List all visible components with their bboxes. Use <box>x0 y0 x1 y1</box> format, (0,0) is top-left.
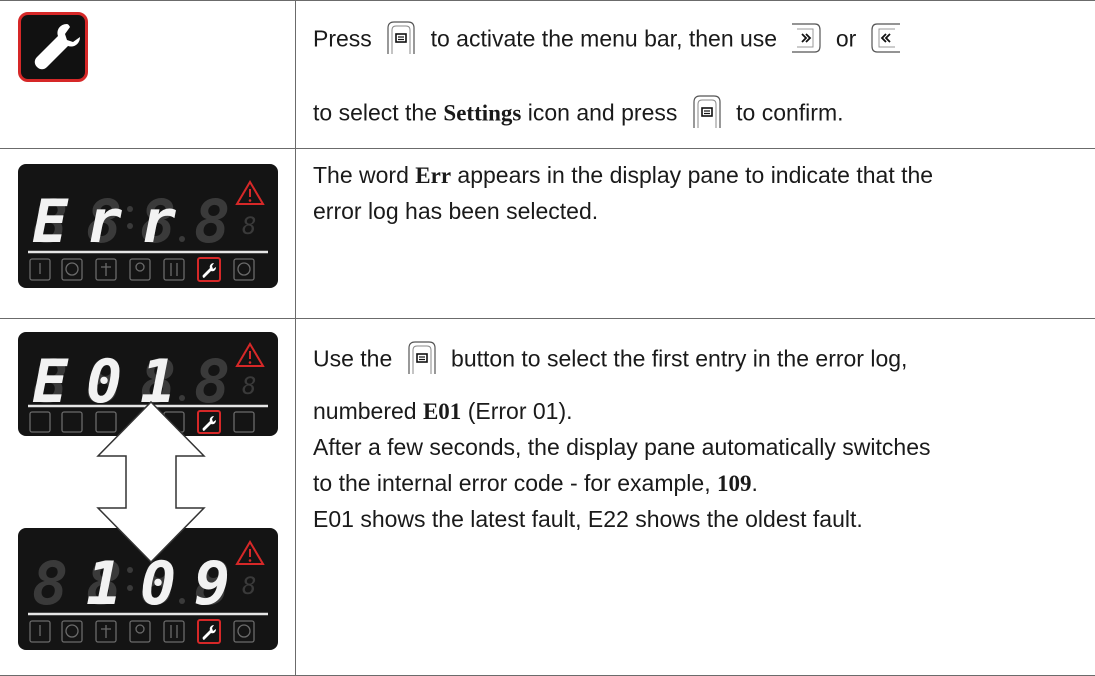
row3-use-the-text: Use the <box>313 345 393 372</box>
row1-line1: Press to activate the menu bar, then use… <box>313 20 909 61</box>
double-arrow-icon <box>96 400 206 564</box>
power-icon <box>233 620 255 643</box>
row3-line3: After a few seconds, the display pane au… <box>313 434 931 460</box>
row3-line2: numbered E01 (Error 01). <box>313 398 573 425</box>
row3-line4: to the internal error code - for example… <box>313 470 758 497</box>
row1-line2: to select the Settings icon and press to… <box>313 94 844 135</box>
row1-confirm-text: to confirm. <box>736 99 844 126</box>
row-divider-2 <box>0 318 1095 319</box>
err-display-pane: 8 E 8 r 8 r 8 8 <box>18 164 278 288</box>
column-divider <box>295 0 296 676</box>
arrow-left-key-icon <box>869 20 903 61</box>
row3-suffix-text: . <box>751 470 758 496</box>
row3-line5: E01 shows the latest fault, E22 shows th… <box>313 506 863 532</box>
power-icon <box>233 258 255 281</box>
row3-paren-text: (Error 01). <box>467 398 573 424</box>
svg-text:8: 8 <box>242 572 256 600</box>
warning-triangle-icon <box>235 180 265 205</box>
bulb-icon <box>129 620 151 643</box>
table-top-border <box>0 0 1095 1</box>
arrow-right-key-icon <box>789 20 823 61</box>
err-term: Err <box>415 163 452 188</box>
row1-press-text: Press <box>313 25 372 52</box>
warning-triangle-icon <box>235 540 265 565</box>
row1-activate-text: to activate the menu bar, then use <box>430 25 778 52</box>
bulb-icon <box>129 258 151 281</box>
fan-icon <box>61 620 83 643</box>
menu-key-icon <box>690 94 724 135</box>
row2-rest-text: appears in the display pane to indicate … <box>457 162 934 188</box>
display-char-2: r <box>86 187 122 257</box>
settings-term: Settings <box>443 100 522 126</box>
temp-arrows-icon <box>163 620 185 643</box>
row3-numbered-text: numbered <box>313 398 417 424</box>
row1-icon-press-text: icon and press <box>527 99 678 126</box>
display-char-4: 8 <box>194 187 230 257</box>
row1-or-text: or <box>835 25 857 52</box>
power-icon <box>233 411 255 433</box>
row2-the-word-text: The word <box>313 162 409 188</box>
row1-select-text: to select the <box>313 99 438 126</box>
row2-line1: The word Err appears in the display pane… <box>313 162 933 189</box>
e01-term: E01 <box>422 399 462 424</box>
row-divider-1 <box>0 148 1095 149</box>
display-bottom-char-1: 8 <box>32 549 68 619</box>
row3-line1: Use the button to select the first entry… <box>313 340 907 381</box>
temp-arrows-icon <box>163 258 185 281</box>
warning-triangle-icon <box>235 342 265 367</box>
display-char-3: r <box>140 187 176 257</box>
settings-wrench-icon <box>18 12 88 82</box>
svg-text:8: 8 <box>242 372 256 400</box>
menu-key-icon <box>405 340 439 381</box>
row2-line2: error log has been selected. <box>313 198 599 224</box>
row3-prefix-text: to the internal error code - for example… <box>313 470 711 496</box>
display-char-1: E <box>32 187 69 257</box>
row3-rest-text: button to select the first entry in the … <box>451 345 908 372</box>
fan-icon <box>61 258 83 281</box>
svg-text:8: 8 <box>242 212 256 240</box>
menu-key-icon <box>384 20 418 61</box>
error-code-term: 109 <box>716 471 752 496</box>
